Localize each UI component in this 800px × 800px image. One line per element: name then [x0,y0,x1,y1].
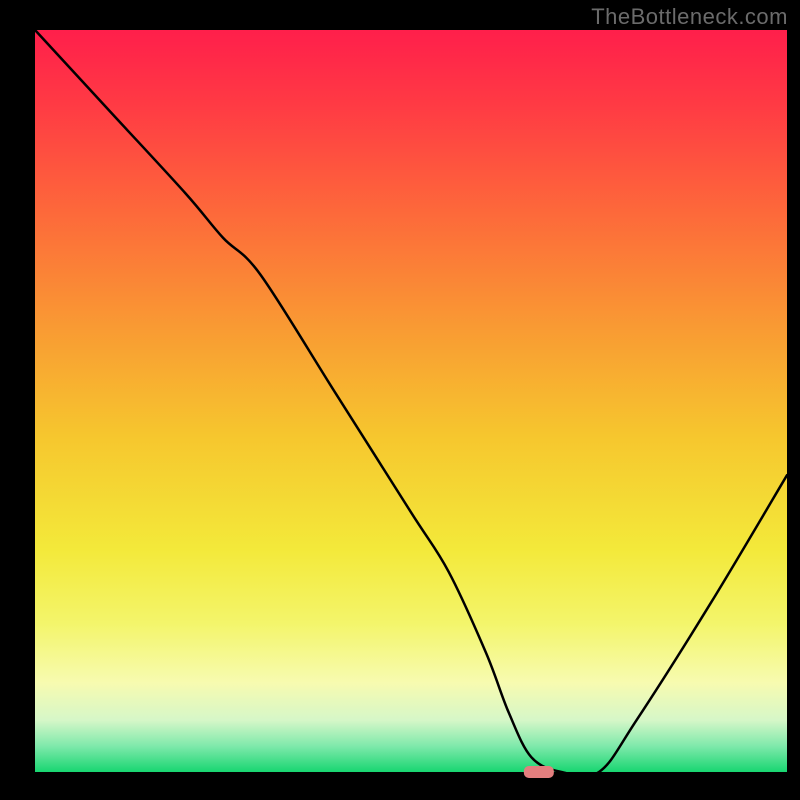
chart-svg [0,0,800,800]
optimum-marker [524,766,554,778]
watermark-text: TheBottleneck.com [591,4,788,30]
chart-container: TheBottleneck.com [0,0,800,800]
